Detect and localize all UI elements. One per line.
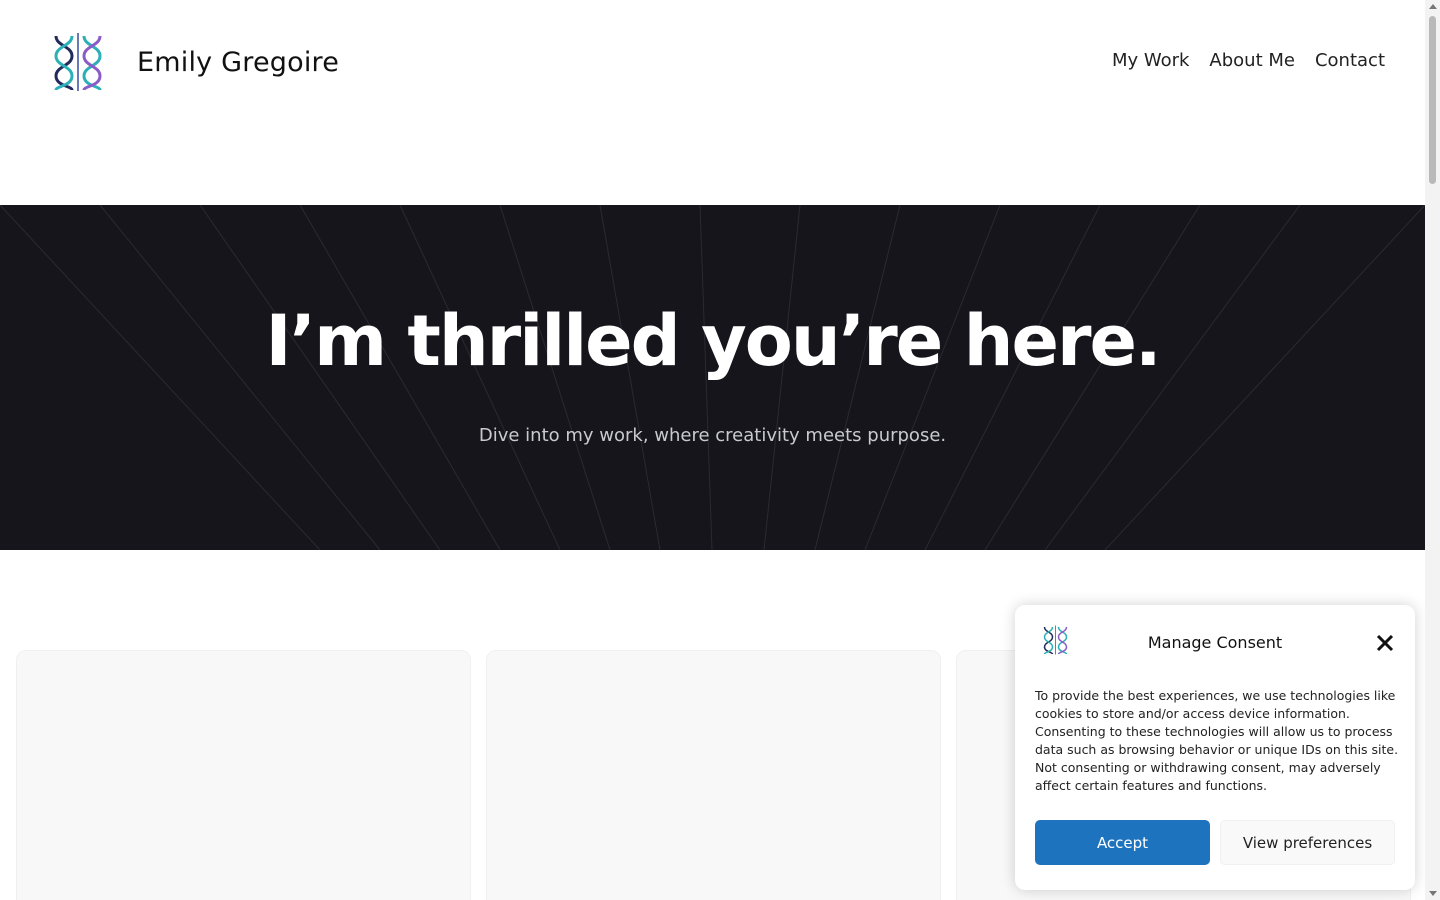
page-scrollbar[interactable] <box>1425 0 1440 900</box>
consent-dialog: Manage Consent To provide the best exper… <box>1015 605 1415 890</box>
site-name[interactable]: Emily Gregoire <box>137 47 339 78</box>
accept-button[interactable]: Accept <box>1035 820 1210 865</box>
scroll-up-arrow-icon[interactable] <box>1429 4 1437 9</box>
work-card[interactable] <box>16 650 471 900</box>
consent-message: To provide the best experiences, we use … <box>1035 688 1399 793</box>
main-nav: My Work About Me Contact <box>1112 50 1385 71</box>
nav-my-work[interactable]: My Work <box>1112 50 1189 71</box>
work-card[interactable] <box>486 650 941 900</box>
nav-contact[interactable]: Contact <box>1315 50 1385 71</box>
scroll-down-arrow-icon[interactable] <box>1429 891 1437 896</box>
hero-title: I’m thrilled you’re here. <box>265 300 1161 382</box>
consent-title: Manage Consent <box>1147 633 1283 652</box>
hero-section: I’m thrilled you’re here. Dive into my w… <box>0 205 1425 550</box>
brand[interactable]: Emily Gregoire <box>52 32 339 92</box>
scrollbar-thumb[interactable] <box>1429 16 1436 184</box>
nav-about-me[interactable]: About Me <box>1209 50 1295 71</box>
dna-helix-logo-icon[interactable] <box>52 32 104 92</box>
site-header: Emily Gregoire My Work About Me Contact <box>0 0 1425 205</box>
view-preferences-button[interactable]: View preferences <box>1220 820 1395 865</box>
close-icon[interactable] <box>1375 633 1395 653</box>
hero-subtitle: Dive into my work, where creativity meet… <box>478 425 947 446</box>
